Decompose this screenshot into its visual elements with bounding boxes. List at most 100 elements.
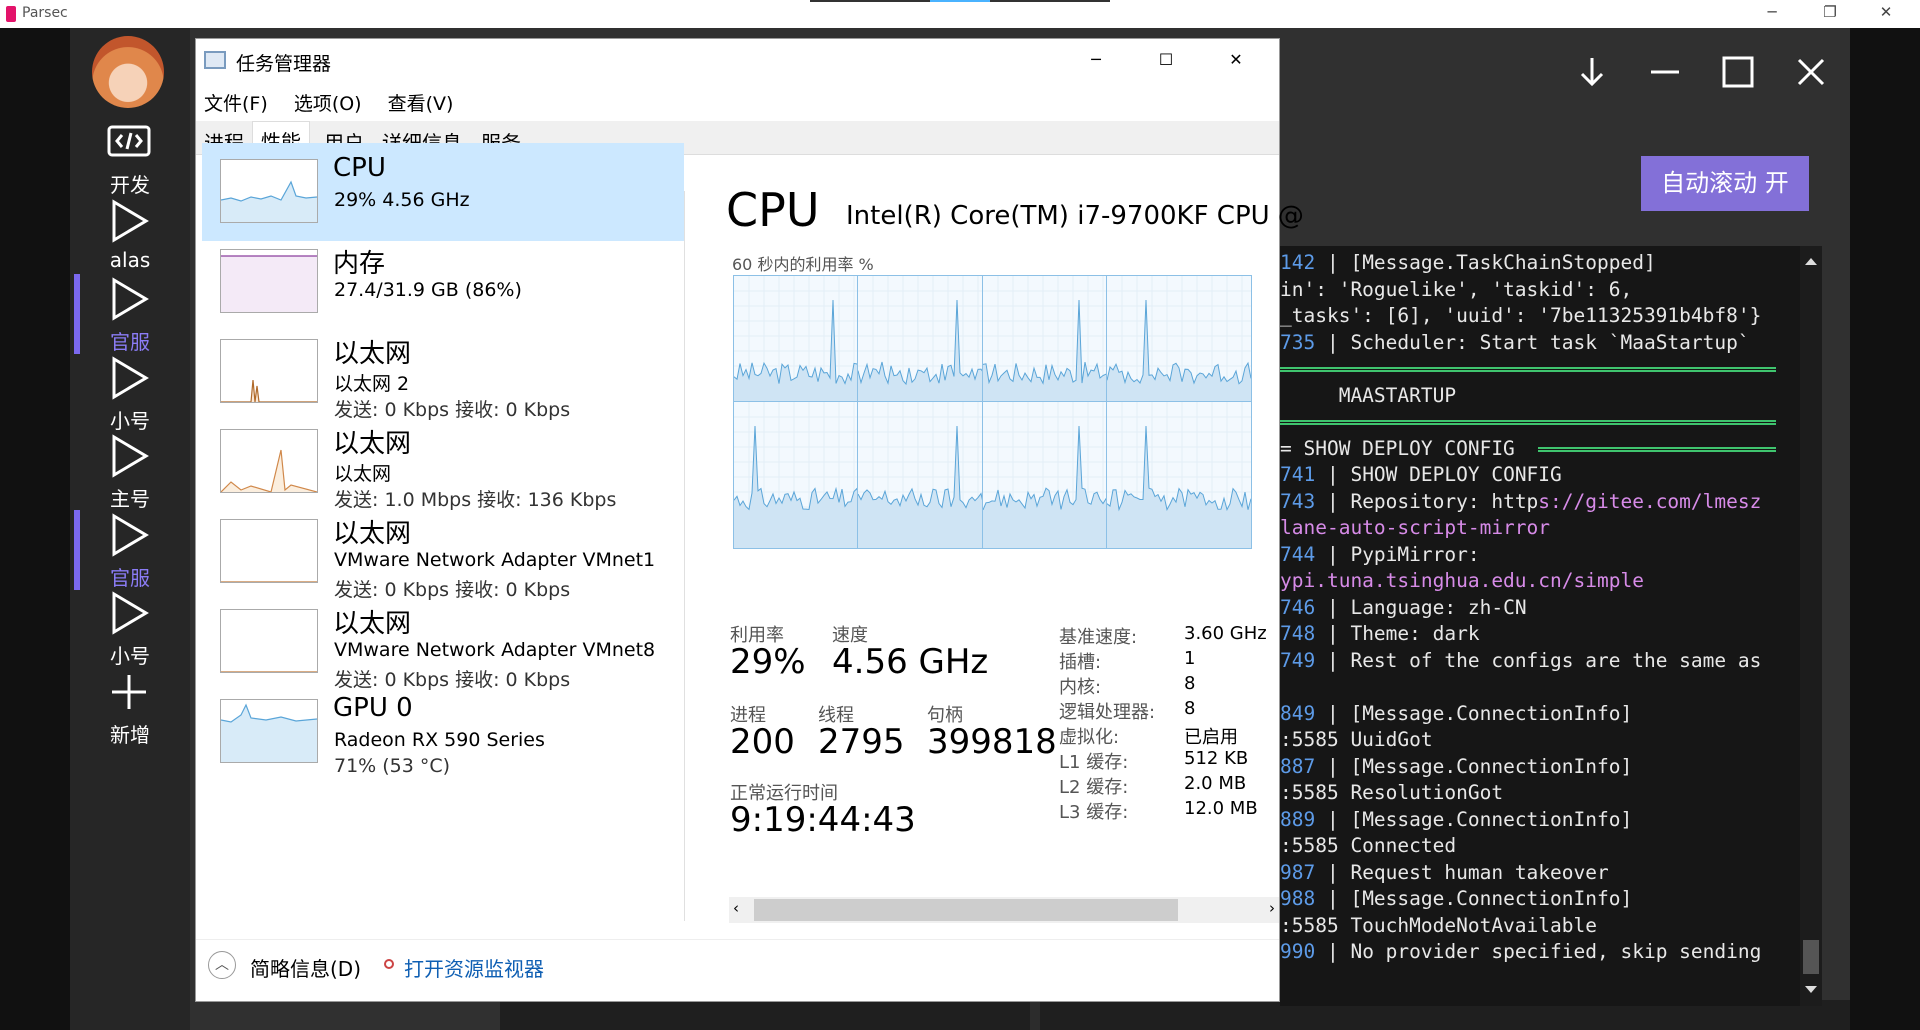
log-line-text: in': 'Roguelike', 'taskid': 6, (1280, 277, 1633, 301)
log-line: lane-auto-script-mirror (1280, 516, 1550, 542)
log-line: 748 | Theme: dark (1280, 622, 1480, 648)
perf-item-6[interactable]: GPU 0 Radeon RX 590 Series 71% (53 °C) (202, 683, 684, 781)
minimize-icon[interactable] (1645, 52, 1685, 92)
alas-bottom-divider (1030, 1000, 1040, 1030)
utilization-graph-label: 60 秒内的利用率 % (732, 255, 874, 274)
avatar[interactable] (92, 36, 164, 108)
maximize-icon[interactable] (1718, 52, 1758, 92)
perf-item-thumbnail (220, 699, 318, 763)
resource-monitor-icon (384, 959, 394, 969)
spec-label: 插槽: (1059, 652, 1102, 673)
menu-options[interactable]: 选项(O) (294, 93, 362, 115)
log-line: 988 | [Message.ConnectionInfo] (1280, 887, 1632, 913)
stat-value-processes: 200 (730, 722, 795, 762)
perf-item-4[interactable]: 以太网 VMware Network Adapter VMnet1 发送: 0 Kb… (202, 503, 684, 601)
log-separator (1280, 367, 1776, 372)
menu-file[interactable]: 文件(F) (204, 93, 268, 115)
fewer-details-link[interactable]: 简略信息(D) (250, 953, 361, 982)
perf-item-0[interactable]: CPU 29% 4.56 GHz (202, 143, 684, 241)
log-scroll-thumb[interactable] (1803, 940, 1819, 974)
log-line-text: :5585 UuidGot (1280, 728, 1433, 751)
download-icon[interactable] (1572, 52, 1612, 92)
chevron-up-icon[interactable]: ︿ (208, 951, 236, 979)
log-line: 849 | [Message.ConnectionInfo] (1280, 702, 1632, 728)
spec-value: 8 (1184, 698, 1196, 719)
stat-value-util: 29% (730, 642, 806, 682)
parsec-restore-button[interactable]: ❐ (1810, 3, 1850, 25)
log-line: 735 | Scheduler: Start task `MaaStartup` (1280, 331, 1750, 357)
log-line: in': 'Roguelike', 'taskid': 6, (1280, 278, 1632, 304)
log-scrollbar[interactable] (1800, 246, 1822, 1006)
spec-value: 已启用 (1184, 727, 1238, 748)
log-link-text: ypi.tuna.tsinghua.edu.cn/simple (1280, 569, 1644, 592)
log-line: 990 | No provider specified, skip sendin… (1280, 940, 1761, 966)
perf-item-2[interactable]: 以太网 以太网 2 发送: 0 Kbps 接收: 0 Kbps (202, 323, 684, 421)
spec-value: 2.0 MB (1184, 773, 1247, 794)
log-line: :5585 UuidGot (1280, 728, 1433, 754)
log-line-text: | [Message.ConnectionInfo] (1315, 807, 1633, 831)
log-line-text: | [Message.ConnectionInfo] (1315, 754, 1633, 778)
log-line-text: | No provider specified, skip sending (1315, 940, 1762, 963)
perf-item-l2: 71% (53 °C) (334, 755, 451, 777)
log-line-text: | [Message.TaskChainStopped] (1315, 251, 1656, 274)
parsec-logo-icon (6, 6, 16, 22)
stat-value-uptime: 9:19:44:43 (730, 800, 916, 840)
play-icon (112, 434, 149, 478)
log-line: 142 | [Message.TaskChainStopped] (1280, 251, 1656, 277)
open-resource-monitor-link[interactable]: 打开资源监视器 (404, 953, 544, 982)
sidebar-item-7[interactable]: 新增 (70, 661, 190, 753)
play-icon (112, 198, 149, 243)
play-icon (112, 591, 149, 635)
scroll-up-icon[interactable] (1805, 258, 1817, 265)
tm-minimize-button[interactable]: ─ (1076, 45, 1116, 75)
perf-item-5[interactable]: 以太网 VMware Network Adapter VMnet8 发送: 0 Kb… (202, 593, 684, 691)
log-line: :5585 Connected (1280, 834, 1456, 860)
spec-value: 3.60 GHz (1184, 623, 1267, 644)
spec-label: L3 缓存: (1059, 802, 1129, 823)
stat-value-handles: 399818 (927, 722, 1057, 762)
cpu-model: Intel(R) Core(TM) i7-9700KF CPU @ (846, 201, 1304, 231)
log-link-text: s://gitee.com/lmesz (1538, 489, 1762, 513)
horizontal-scroll-thumb[interactable] (754, 899, 1178, 921)
perf-item-name: 以太网 (333, 339, 412, 369)
close-icon[interactable] (1791, 52, 1831, 92)
log-line-text: MAASTARTUP (1280, 383, 1457, 407)
log-line-text: | [Message.ConnectionInfo] (1315, 887, 1633, 910)
log-line-number: 987 (1280, 860, 1316, 884)
menu-view[interactable]: 查看(V) (388, 93, 454, 115)
log-line-text: | Theme: dark (1315, 622, 1480, 645)
perf-item-l1: 29% 4.56 GHz (334, 189, 470, 211)
play-icon (112, 355, 149, 400)
perf-item-thumbnail (220, 339, 318, 403)
perf-item-name: CPU (333, 153, 386, 183)
parsec-close-button[interactable]: ✕ (1866, 3, 1906, 25)
log-line-number: 887 (1280, 754, 1316, 778)
log-line-number: 741 (1280, 463, 1316, 486)
perf-item-l1: VMware Network Adapter VMnet1 (334, 549, 656, 571)
log-line: _tasks': [6], 'uuid': '7be11325391b4bf8'… (1280, 304, 1761, 330)
scroll-down-icon[interactable] (1805, 986, 1817, 993)
task-manager-title: 任务管理器 (236, 53, 332, 75)
log-line: 741 | SHOW DEPLOY CONFIG (1280, 463, 1562, 489)
task-manager-window: 任务管理器 ─ ☐ ✕ 文件(F) 选项(O) 查看(V) 进程 性能 用户 详… (195, 38, 1304, 1002)
auto-scroll-button[interactable]: 自动滚动 开 (1641, 156, 1809, 211)
spec-value: 1 (1184, 648, 1196, 669)
log-line: :5585 TouchModeNotAvailable (1280, 914, 1597, 940)
stat-value-speed: 4.56 GHz (832, 642, 989, 682)
spec-label: 基准速度: (1059, 627, 1138, 648)
spec-value: 8 (1184, 673, 1196, 694)
log-line: 743 | Repository: https://gitee.com/lmes… (1280, 490, 1761, 516)
perf-item-l1: Radeon RX 590 Series (334, 729, 545, 751)
parsec-minimize-button[interactable]: ─ (1752, 3, 1792, 25)
tm-close-button[interactable]: ✕ (1216, 45, 1256, 75)
perf-item-l1: VMware Network Adapter VMnet8 (334, 639, 656, 661)
scroll-left-icon[interactable]: ‹ (733, 899, 739, 917)
perf-item-3[interactable]: 以太网 以太网 发送: 1.0 Mbps 接收: 136 Kbps (202, 413, 684, 511)
log-line: MAASTARTUP (1280, 384, 1456, 410)
tm-maximize-button[interactable]: ☐ (1146, 45, 1186, 75)
cpu-heading: CPU (726, 183, 820, 237)
scroll-right-icon[interactable]: › (1269, 899, 1275, 917)
spec-label: 逻辑处理器: (1059, 702, 1156, 723)
perf-item-1[interactable]: 内存 27.4/31.9 GB (86%) (202, 233, 684, 331)
panel-divider (684, 191, 685, 921)
